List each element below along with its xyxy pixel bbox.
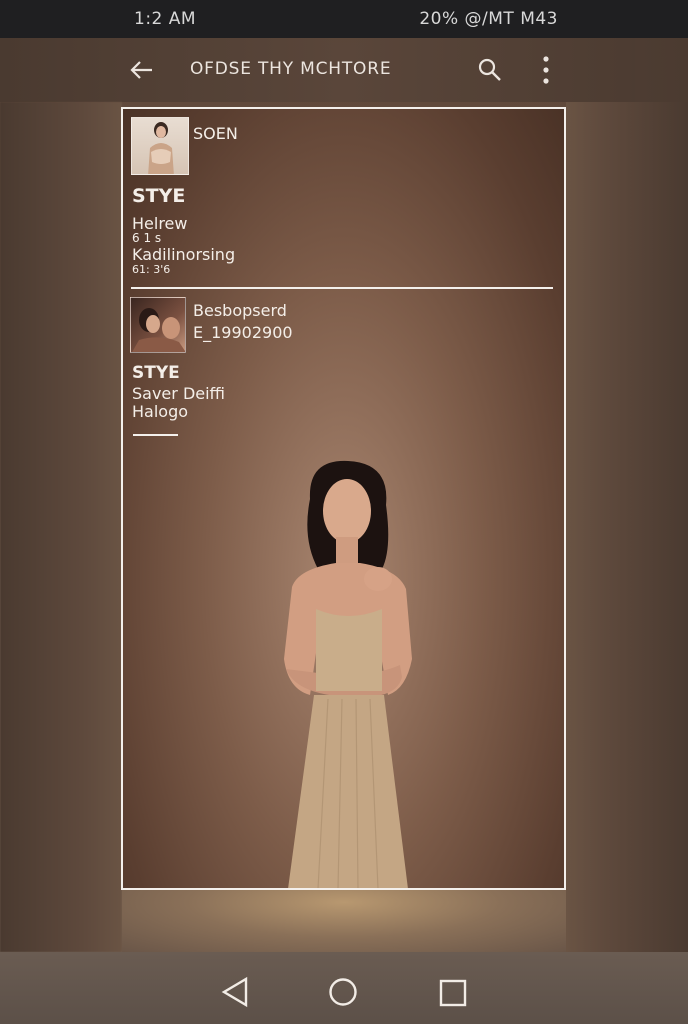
entry2-thumbnail[interactable] xyxy=(130,297,186,353)
entry2-heading: STYE xyxy=(132,363,180,383)
app-bar: OFDSE THY MCHTORE xyxy=(0,38,688,102)
entry1-line3: Kadilinorsing xyxy=(132,245,236,264)
nav-recents-icon[interactable] xyxy=(439,979,467,1007)
entry1-heading: STYE xyxy=(132,185,186,207)
entry1-thumbnail[interactable] xyxy=(131,117,189,175)
entry1-line2: 6 1 s xyxy=(132,231,162,245)
model-photo xyxy=(284,460,412,888)
entry1-name: SOEN xyxy=(193,124,238,143)
entry2-line1: Saver Deiffi xyxy=(132,384,226,403)
entry2-number: E_19902900 xyxy=(193,323,293,342)
entry2-name: Besbopserd xyxy=(193,301,287,320)
entry2-line2: Halogo xyxy=(132,402,189,421)
background-right xyxy=(566,102,688,952)
search-icon[interactable] xyxy=(476,56,504,84)
more-vert-icon[interactable] xyxy=(534,54,558,86)
background-bottom xyxy=(122,890,566,952)
system-nav-bar xyxy=(0,952,688,1024)
entry1-line4: 61: 3'6 xyxy=(132,263,171,276)
short-divider xyxy=(133,434,178,436)
app-title: OFDSE THY MCHTORE xyxy=(190,59,392,79)
entry-divider xyxy=(131,287,553,289)
status-time: 1:2 AM xyxy=(134,9,197,29)
arrow-left-icon[interactable] xyxy=(128,56,156,84)
status-indicators: 20% @/MT M43 xyxy=(419,9,558,29)
status-bar: 1:2 AM 20% @/MT M43 xyxy=(0,0,688,38)
content-card: SOEN STYE Helrew 6 1 s Kadilinorsing 61:… xyxy=(121,107,566,890)
nav-back-icon[interactable] xyxy=(220,976,250,1008)
background-left xyxy=(0,102,122,952)
nav-home-icon[interactable] xyxy=(328,977,358,1007)
